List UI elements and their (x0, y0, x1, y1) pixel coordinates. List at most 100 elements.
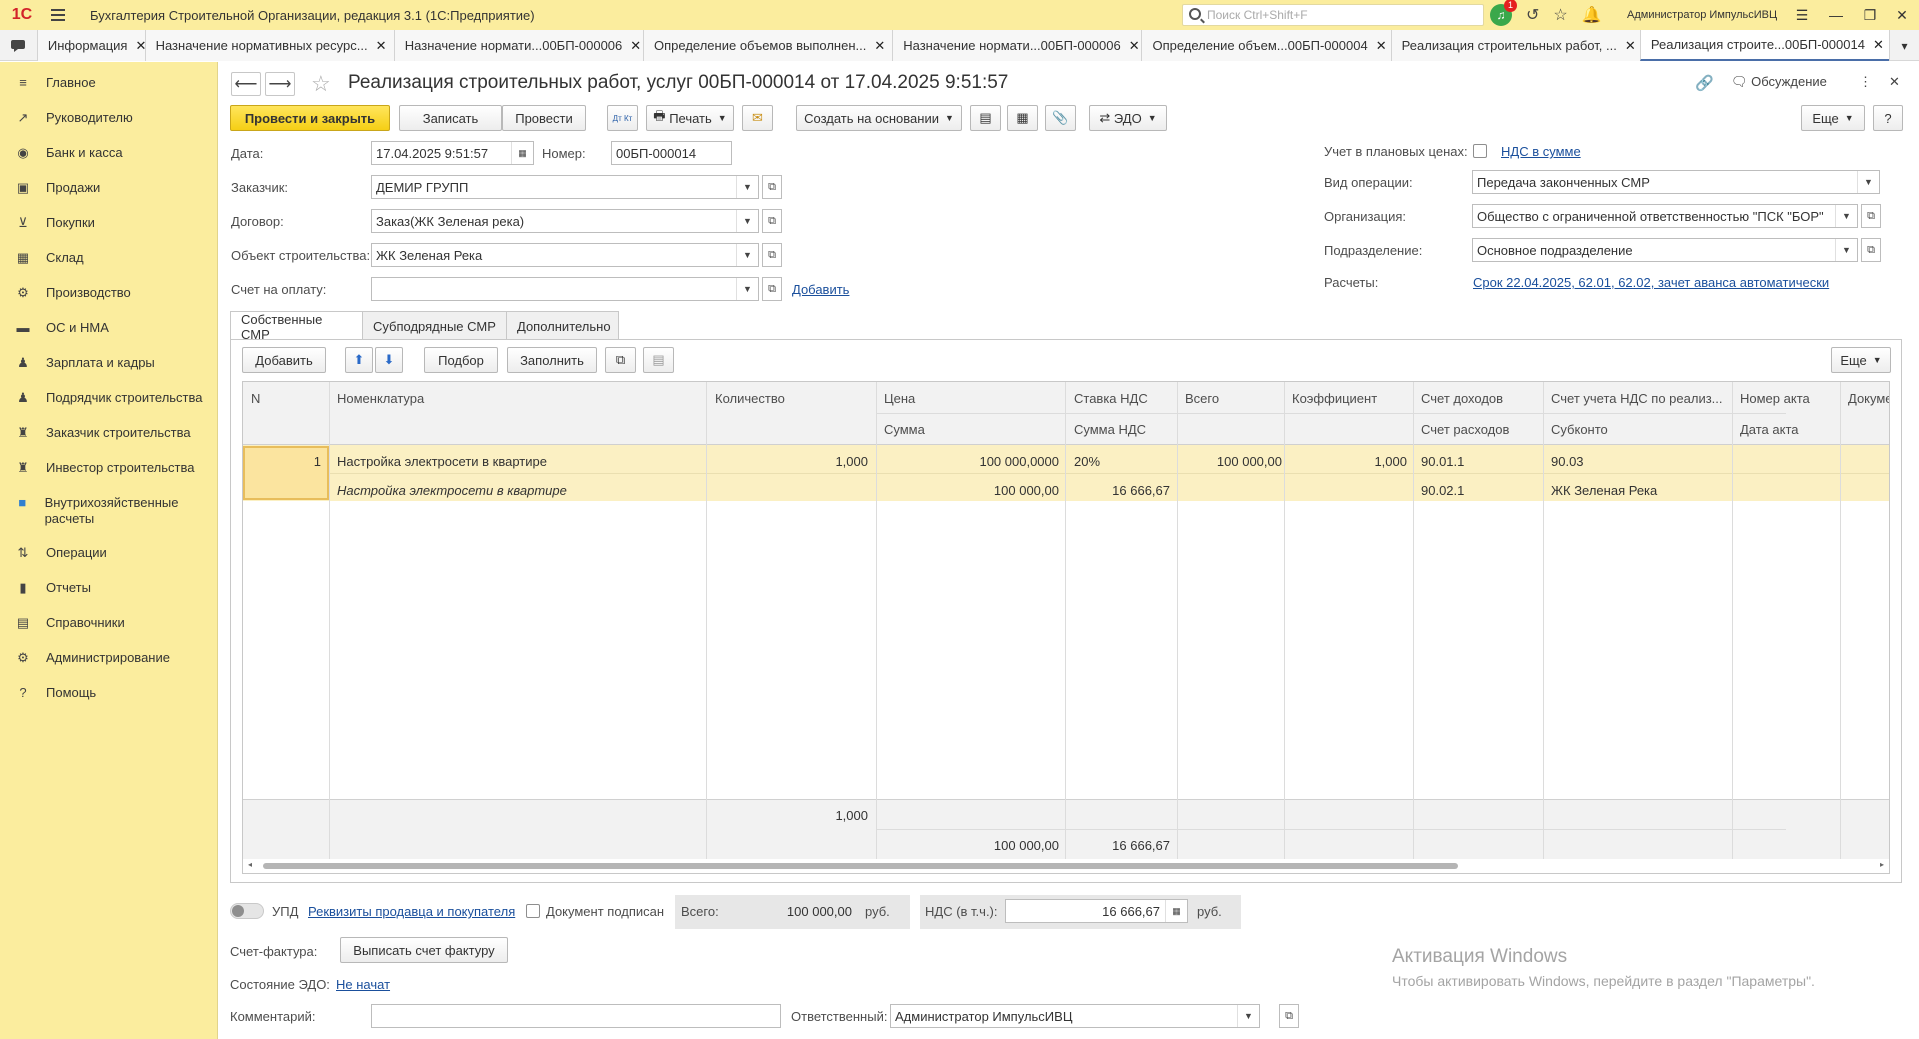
comment-field[interactable] (371, 1004, 781, 1028)
row-nomenclature[interactable]: Настройка электросети в квартире (337, 454, 547, 469)
edo-state-link[interactable]: Не начат (336, 977, 390, 992)
notifications-icon[interactable]: ♫ 1 (1490, 0, 1517, 26)
sidebar-item-help[interactable]: ? Помощь (0, 678, 217, 713)
tab-normative-resources[interactable]: Назначение нормативных ресурс... ✕ (144, 30, 394, 61)
row-sum[interactable]: 100 000,00 (879, 483, 1059, 498)
list-icon-button[interactable]: ▤ (970, 105, 1001, 131)
row-vat-rate[interactable]: 20% (1074, 454, 1100, 469)
sidebar-item-contractor[interactable]: ♟ Подрядчик строительства (0, 383, 217, 418)
division-field[interactable]: Основное подразделение ▼ (1472, 238, 1858, 262)
col-total[interactable]: Всего (1185, 391, 1219, 406)
sidebar-item-salary[interactable]: ♟ Зарплата и кадры (0, 348, 217, 383)
tab-info[interactable]: Информация✕ (36, 30, 145, 61)
row-nomenclature-content[interactable]: Настройка электросети в квартире (337, 483, 567, 498)
sidebar-item-catalogs[interactable]: ▤ Справочники (0, 608, 217, 643)
open-responsible-icon[interactable]: ⧉ (1279, 1004, 1299, 1028)
sidebar-item-main[interactable]: ≡ Главное (0, 68, 217, 103)
sidebar-item-investor[interactable]: ♜ Инвестор строительства (0, 453, 217, 488)
customer-field[interactable]: ДЕМИР ГРУПП ▼ (371, 175, 759, 199)
history-icon[interactable]: ↺ (1526, 5, 1539, 25)
create-based-on-button[interactable]: Создать на основании ▼ (796, 105, 962, 131)
date-field[interactable]: 17.04.2025 9:51:57 ▦ (371, 141, 534, 165)
bell-icon[interactable]: 🔔 (1582, 5, 1602, 25)
row-income-acc[interactable]: 90.01.1 (1421, 454, 1464, 469)
print-button[interactable]: 🖶 Печать ▼ (646, 105, 734, 131)
link-icon[interactable]: 🔗 (1695, 74, 1714, 92)
col-price[interactable]: Цена (884, 391, 915, 406)
sidebar-item-internal[interactable]: ■ Внутрихозяйственные расчеты (0, 488, 217, 538)
tabs-more-icon[interactable]: ▾ (1889, 30, 1919, 61)
chevron-down-icon[interactable]: ▼ (736, 210, 758, 232)
sidebar-item-assets[interactable]: ▬ ОС и НМА (0, 313, 217, 348)
close-tab-icon[interactable]: ✕ (874, 38, 885, 54)
tab-own-works[interactable]: Собственные СМР (230, 311, 363, 342)
tab-normative-000006-2[interactable]: Назначение нормати...00БП-000006 ✕ (892, 30, 1142, 61)
contract-field[interactable]: Заказ(ЖК Зеленая река) ▼ (371, 209, 759, 233)
close-form-icon[interactable]: ✕ (1889, 74, 1900, 90)
favorites-icon[interactable]: ☆ (1553, 5, 1567, 25)
chevron-down-icon[interactable]: ▼ (1857, 171, 1879, 193)
search-input[interactable]: Поиск Ctrl+Shift+F (1182, 4, 1484, 26)
col-act-date[interactable]: Дата акта (1740, 422, 1799, 437)
tab-realization[interactable]: Реализация строительных работ, ... ✕ (1390, 30, 1640, 61)
sidebar-item-production[interactable]: ⚙ Производство (0, 278, 217, 313)
forward-button[interactable]: ⟶ (265, 72, 295, 96)
col-expense-acc[interactable]: Счет расходов (1421, 422, 1509, 437)
settlements-link[interactable]: Срок 22.04.2025, 62.01, 62.02, зачет ава… (1473, 275, 1829, 290)
open-organization-icon[interactable]: ⧉ (1861, 204, 1881, 228)
main-menu-icon[interactable] (44, 0, 72, 30)
attach-icon-button[interactable]: 📎 (1045, 105, 1076, 131)
close-window-icon[interactable]: ✕ (1886, 0, 1918, 30)
row-vat-acc[interactable]: 90.03 (1551, 454, 1584, 469)
issue-invoice-button[interactable]: Выписать счет фактуру (340, 937, 508, 963)
open-invoice-icon[interactable]: ⧉ (762, 277, 782, 301)
table-more-button[interactable]: Еще ▼ (1831, 347, 1891, 373)
sidebar-item-warehouse[interactable]: ▦ Склад (0, 243, 217, 278)
row-vat-sum[interactable]: 16 666,67 (1073, 483, 1170, 498)
seller-buyer-link[interactable]: Реквизиты продавца и покупателя (308, 904, 515, 919)
restore-icon[interactable]: ❐ (1854, 0, 1886, 30)
col-coef[interactable]: Коэффициент (1292, 391, 1377, 406)
tab-volumes[interactable]: Определение объемов выполнен... ✕ (643, 30, 893, 61)
tab-realization-000014[interactable]: Реализация строите...00БП-000014 ✕ (1639, 30, 1890, 61)
object-field[interactable]: ЖК Зеленая Река ▼ (371, 243, 759, 267)
post-and-close-button[interactable]: Провести и закрыть (230, 105, 390, 131)
row-total[interactable]: 100 000,00 (1183, 454, 1282, 469)
pick-button[interactable]: Подбор (424, 347, 498, 373)
tab-normative-000006[interactable]: Назначение нормати...00БП-000006 ✕ (393, 30, 644, 61)
col-quantity[interactable]: Количество (715, 391, 785, 406)
chevron-down-icon[interactable]: ▼ (736, 176, 758, 198)
settings-menu-icon[interactable]: ☰ (1786, 0, 1818, 30)
scroll-left-icon[interactable]: ◂ (248, 860, 252, 869)
calendar-icon[interactable]: ▦ (511, 142, 533, 164)
col-vat-acc[interactable]: Счет учета НДС по реализ... (1551, 391, 1726, 406)
sidebar-item-reports[interactable]: ▮ Отчеты (0, 573, 217, 608)
operation-field[interactable]: Передача законченных СМР ▼ (1472, 170, 1880, 194)
col-subconto[interactable]: Субконто (1551, 422, 1608, 437)
col-vat-sum[interactable]: Сумма НДС (1074, 422, 1146, 437)
upd-toggle[interactable] (230, 903, 264, 919)
favorite-star-icon[interactable]: ☆ (311, 71, 331, 97)
sidebar-item-purchases[interactable]: ⊻ Покупки (0, 208, 217, 243)
horizontal-scrollbar[interactable]: ◂ ▸ (243, 859, 1889, 873)
number-field[interactable]: 00БП-000014 (611, 141, 732, 165)
copy-icon[interactable]: ⧉ (605, 347, 636, 373)
help-button[interactable]: ? (1873, 105, 1903, 131)
paste-icon[interactable]: ▤ (643, 347, 674, 373)
open-division-icon[interactable]: ⧉ (1861, 238, 1881, 262)
organization-field[interactable]: Общество с ограниченной ответственностью… (1472, 204, 1858, 228)
col-vat-rate[interactable]: Ставка НДС (1074, 391, 1148, 406)
add-invoice-link[interactable]: Добавить (792, 282, 849, 297)
fill-button[interactable]: Заполнить (507, 347, 597, 373)
edo-button[interactable]: ⇄ ЭДО ▼ (1089, 105, 1167, 131)
close-tab-icon[interactable]: ✕ (630, 38, 641, 54)
open-contract-icon[interactable]: ⧉ (762, 209, 782, 233)
row-subconto[interactable]: ЖК Зеленая Река (1551, 483, 1657, 498)
chevron-down-icon[interactable]: ▼ (736, 278, 758, 300)
sidebar-item-customer[interactable]: ♜ Заказчик строительства (0, 418, 217, 453)
current-user[interactable]: Администратор ИмпульсИВЦ (1627, 9, 1777, 21)
sidebar-item-sales[interactable]: ▣ Продажи (0, 173, 217, 208)
doc-signed-checkbox[interactable] (526, 904, 540, 918)
row-price[interactable]: 100 000,0000 (879, 454, 1059, 469)
col-sum[interactable]: Сумма (884, 422, 925, 437)
